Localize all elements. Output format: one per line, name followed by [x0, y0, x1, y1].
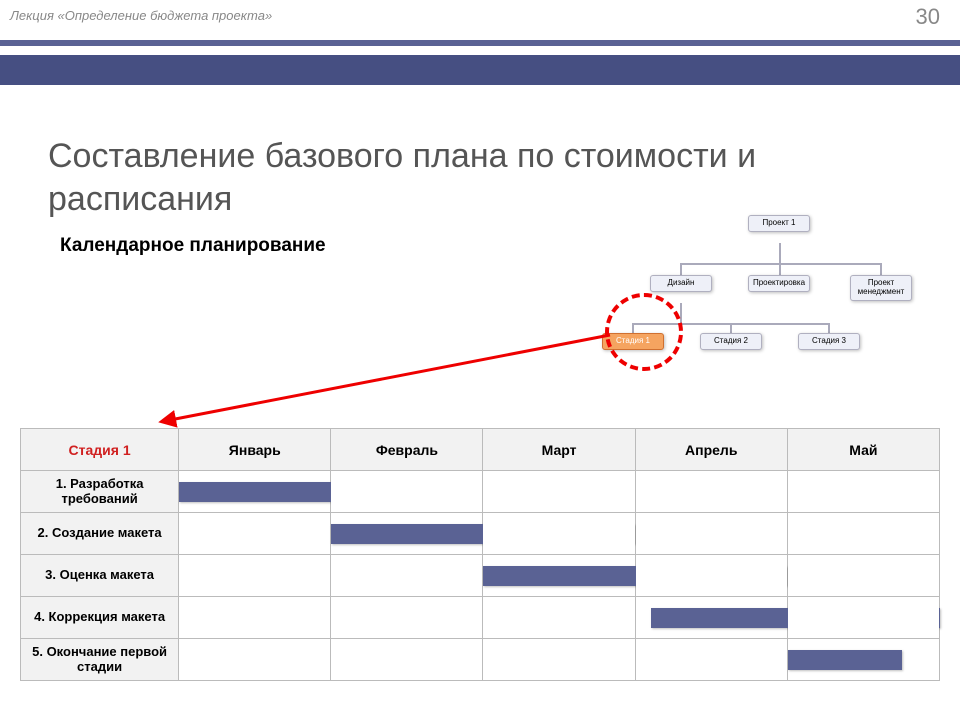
- gantt-header-row: Стадия 1 Январь Февраль Март Апрель Май: [21, 429, 940, 471]
- org-l3-2: Стадия 3: [798, 333, 860, 350]
- stage-header: Стадия 1: [21, 429, 179, 471]
- gantt-row: 3. Оценка макета: [21, 555, 940, 597]
- gantt-cell: [787, 555, 939, 597]
- gantt-row: 5. Окончание первой стадии: [21, 639, 940, 681]
- gantt-cell: [179, 513, 331, 555]
- org-l3-1: Стадия 2: [700, 333, 762, 350]
- gantt-cell: [331, 639, 483, 681]
- gantt-cell: [787, 471, 939, 513]
- gantt-cell: [635, 555, 787, 597]
- gantt-row: 4. Коррекция макета: [21, 597, 940, 639]
- gantt-cell: [179, 471, 331, 513]
- org-root: Проект 1: [748, 215, 810, 232]
- gantt-row-label: 3. Оценка макета: [21, 555, 179, 597]
- gantt-cell: [331, 471, 483, 513]
- gantt-cell: [331, 555, 483, 597]
- decor-band-2: [0, 55, 960, 85]
- month-header-2: Март: [483, 429, 635, 471]
- gantt-row-label: 1. Разработка требований: [21, 471, 179, 513]
- decor-band-1: [0, 40, 960, 46]
- org-l2-0: Дизайн: [650, 275, 712, 292]
- gantt-cell: [483, 555, 635, 597]
- gantt-cell: [331, 513, 483, 555]
- gantt-cell: [483, 471, 635, 513]
- page-number: 30: [916, 4, 940, 30]
- breadcrumb: Лекция «Определение бюджета проекта»: [10, 8, 272, 23]
- page-title: Составление базового плана по стоимости …: [48, 135, 808, 220]
- gantt-cell: [179, 597, 331, 639]
- gantt-cell: [179, 555, 331, 597]
- month-header-4: Май: [787, 429, 939, 471]
- org-l2-2: Проект менеджмент: [850, 275, 912, 301]
- gantt-row: 2. Создание макета: [21, 513, 940, 555]
- month-header-0: Январь: [179, 429, 331, 471]
- gantt-cell: [483, 513, 635, 555]
- gantt-cell: [483, 639, 635, 681]
- highlight-circle: [605, 293, 683, 371]
- gantt-row: 1. Разработка требований: [21, 471, 940, 513]
- gantt-cell: [331, 597, 483, 639]
- gantt-table: Стадия 1 Январь Февраль Март Апрель Май …: [20, 428, 940, 681]
- gantt-row-label: 4. Коррекция макета: [21, 597, 179, 639]
- gantt-cell: [635, 513, 787, 555]
- gantt-cell: [787, 639, 939, 681]
- month-header-1: Февраль: [331, 429, 483, 471]
- gantt-cell: [635, 471, 787, 513]
- gantt-cell: [787, 597, 939, 639]
- gantt-cell: [179, 639, 331, 681]
- month-header-3: Апрель: [635, 429, 787, 471]
- gantt-row-label: 2. Создание макета: [21, 513, 179, 555]
- gantt-cell: [635, 639, 787, 681]
- gantt-cell: [635, 597, 787, 639]
- slide-subtitle: Календарное планирование: [60, 235, 326, 257]
- gantt-bar: [788, 650, 902, 670]
- gantt-cell: [787, 513, 939, 555]
- gantt-cell: [483, 597, 635, 639]
- org-l2-1: Проектировка: [748, 275, 810, 292]
- gantt-row-label: 5. Окончание первой стадии: [21, 639, 179, 681]
